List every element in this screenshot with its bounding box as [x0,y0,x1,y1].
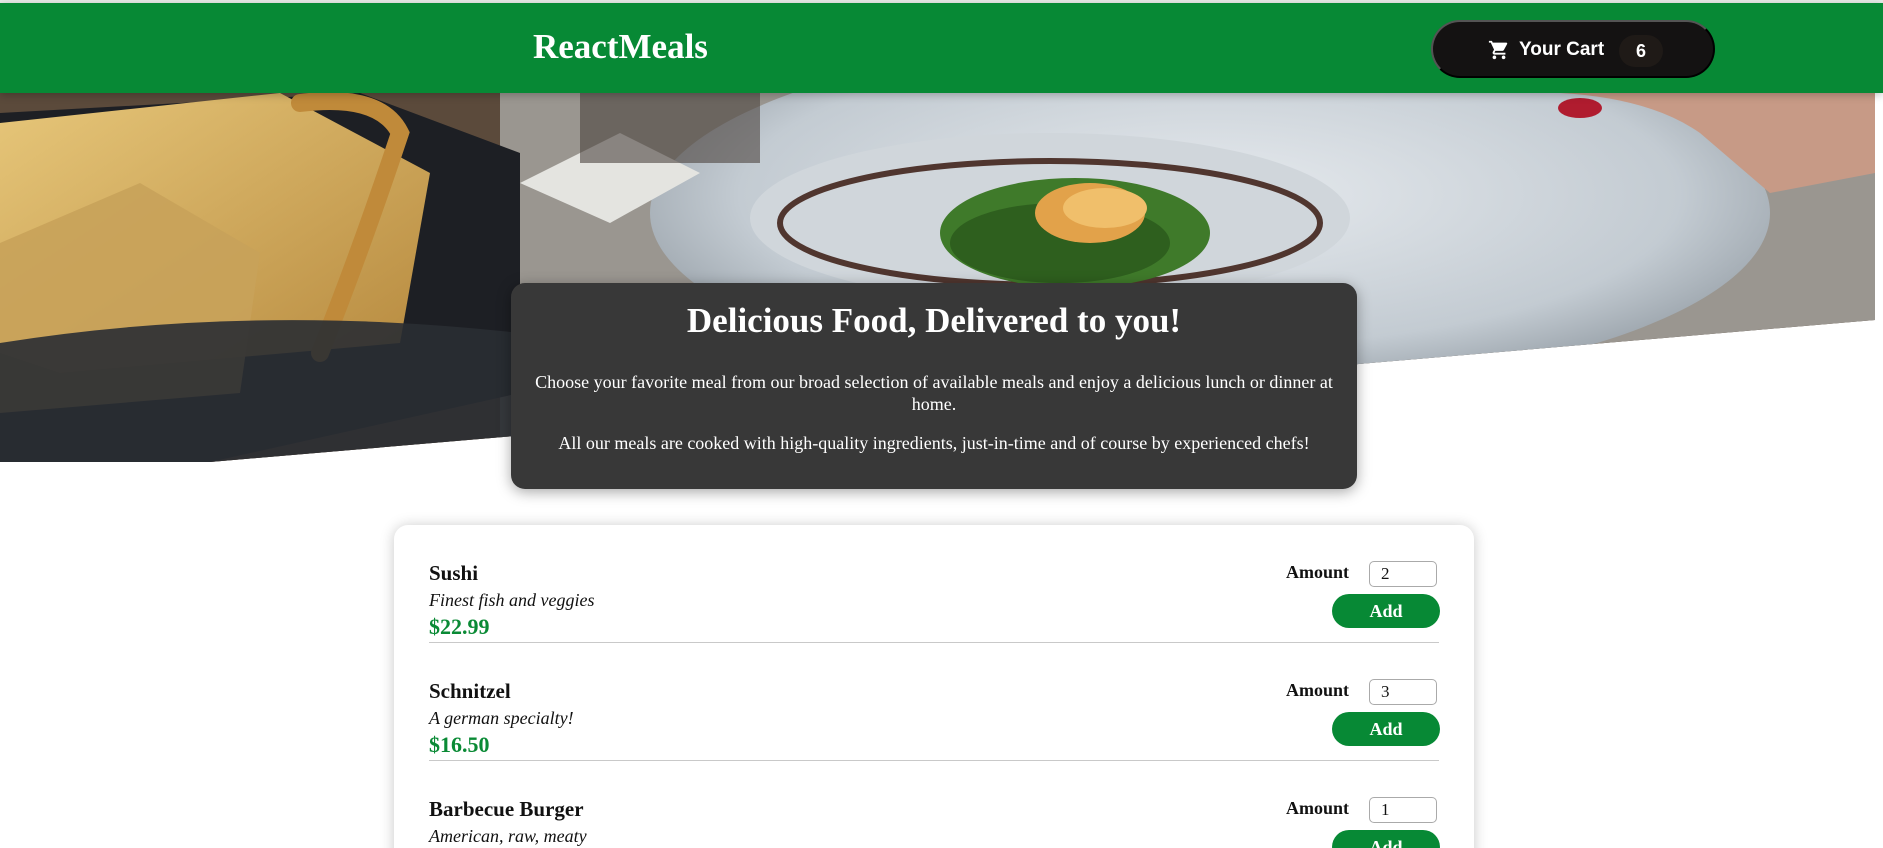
meal-description: Finest fish and veggies [429,590,595,610]
cart-count-badge: 6 [1619,35,1663,67]
add-button[interactable]: Add [1332,712,1440,746]
add-button[interactable]: Add [1332,830,1440,848]
meal-name: Schnitzel [429,679,511,703]
amount-label: Amount [1286,680,1350,700]
meal-price: $16.50 [429,732,490,757]
summary-card: Delicious Food, Delivered to you! Choose… [511,283,1357,489]
brand-title: ReactMeals [533,27,708,66]
meal-name: Barbecue Burger [429,797,584,821]
summary-paragraph-1: Choose your favorite meal from our broad… [535,372,1333,414]
cart-label: Your Cart [1519,39,1605,60]
amount-input[interactable] [1369,679,1437,705]
meal-item: Sushi Finest fish and veggies $22.99 Amo… [429,525,1440,643]
amount-input[interactable] [1369,797,1437,823]
summary-title: Delicious Food, Delivered to you! [686,301,1182,340]
meal-name: Sushi [429,561,479,585]
meal-item: Schnitzel A german specialty! $16.50 Amo… [429,643,1440,761]
meal-item: Barbecue Burger American, raw, meaty Amo… [429,761,1440,848]
amount-label: Amount [1286,798,1350,818]
meals-list-card: Sushi Finest fish and veggies $22.99 Amo… [394,525,1474,848]
meal-description: American, raw, meaty [429,826,587,846]
meal-price: $22.99 [429,614,490,639]
cart-button[interactable]: Your Cart 6 [1431,20,1715,78]
cart-icon [1488,40,1508,60]
amount-label: Amount [1286,562,1350,582]
amount-input[interactable] [1369,561,1437,587]
meal-description: A german specialty! [429,708,574,728]
app-header: ReactMeals Your Cart 6 [0,3,1883,93]
summary-paragraph-2: All our meals are cooked with high-quali… [558,433,1310,453]
add-button[interactable]: Add [1332,594,1440,628]
